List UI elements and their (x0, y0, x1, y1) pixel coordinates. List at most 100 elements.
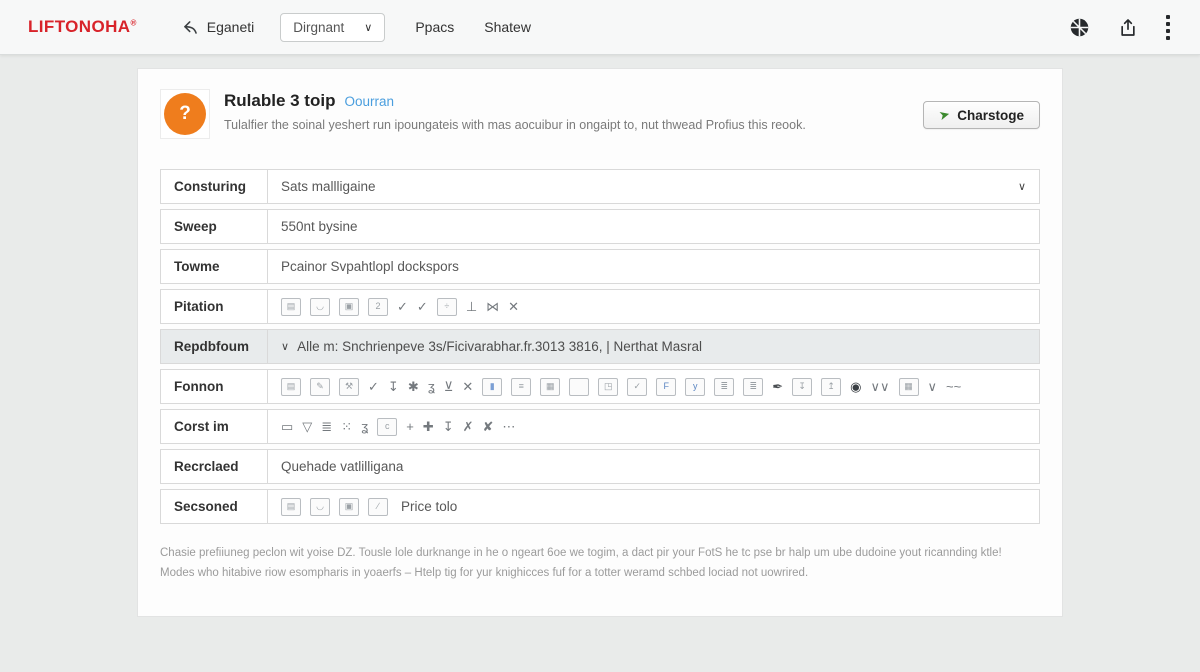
top-navbar: LIFTONOHA® Eganeti Dirgnant ∨ Ppacs Shat… (0, 0, 1200, 55)
down-to-line-icon[interactable]: ↧ (443, 420, 454, 433)
blank-box-icon[interactable] (569, 378, 589, 396)
recrclaed-field[interactable]: Quehade vatlilligana (268, 450, 1039, 483)
nav-item-shatew[interactable]: Shatew (484, 19, 531, 35)
corner-icon[interactable]: ◳ (598, 378, 618, 396)
calendar-icon[interactable]: ◡ (310, 498, 330, 516)
back-arrow-icon (181, 18, 200, 37)
towme-field[interactable]: Pcainor Svpahtlopl dockspors (268, 250, 1039, 283)
check-icon-2[interactable]: ✓ (417, 300, 428, 313)
copy-box-icon[interactable]: c (377, 418, 397, 436)
field-label-towme: Towme (161, 250, 268, 283)
doc-lines-icon[interactable]: ≣ (714, 378, 734, 396)
card-header: ? Rulable 3 toip Oourran Tulalfier the s… (138, 69, 1062, 139)
charstoge-button[interactable]: ➤ Charstoge (923, 101, 1040, 129)
field-label-consturing: Consturing (161, 170, 268, 203)
cross-icon[interactable]: ✗ (463, 420, 474, 433)
brand-logo[interactable]: LIFTONOHA® (28, 17, 137, 37)
rect-icon[interactable]: ▭ (281, 420, 293, 433)
card-footer: Chasie prefiiuneg peclon wit yoise DZ. T… (160, 544, 1040, 583)
secsoned-value-text: Price tolo (401, 499, 457, 514)
flag-icon[interactable]: F (656, 378, 676, 396)
divide-box-icon[interactable]: ÷ (437, 298, 457, 316)
bracket-slash-icon[interactable]: ∕ (368, 498, 388, 516)
page-title: Rulable 3 toip (224, 91, 335, 111)
kebab-menu-icon[interactable] (1166, 15, 1170, 40)
split-down-icon[interactable]: ↧ (792, 378, 812, 396)
consturing-select[interactable]: Sats mallligaine ∨ (268, 170, 1039, 203)
form-row-recrclaed: Recrclaed Quehade vatlilligana (160, 449, 1040, 484)
form-row-repdbfoum: Repdbfoum ∨ Alle m: Snchrienpeve 3s/Fici… (160, 329, 1040, 364)
navbar-right-actions (1069, 15, 1170, 40)
globe-dark-icon[interactable]: ◉ (850, 380, 861, 393)
pitation-toolbar-icons: ▤ ◡ ▣ 2 ✓ ✓ ÷ ⊥ ⋈ ✕ (281, 298, 519, 316)
squiggle-icon[interactable]: ʓ (428, 380, 435, 393)
text-block-icon[interactable]: ≡ (511, 378, 531, 396)
card-icon[interactable]: ▤ (281, 378, 301, 396)
form-row-towme: Towme Pcainor Svpahtlopl dockspors (160, 249, 1040, 284)
more-dashes-icon[interactable]: ~~ (946, 380, 961, 393)
funnel-icon[interactable]: ▽ (302, 420, 312, 433)
form-row-pitation: Pitation ▤◡▣2✓✓÷⊥⋈✕ (160, 289, 1040, 324)
image-icon[interactable]: ▣ (339, 498, 359, 516)
form-row-fonnon: Fonnon ▤ ✎ ⚒ ✓ ↧ ✱ ʓ ⊻ ✕ ▮ ≡ ▦ ◳ ✓ Fy ≣ ≣ ✒ ↧ ↥ ◉ ∨∨ ▦ ∨ ~~ (160, 369, 1040, 404)
image-icon[interactable]: ▣ (339, 298, 359, 316)
footer-line-2: Modes who hitabive riow esompharis in yo… (160, 564, 1040, 584)
plus-bold-icon[interactable]: ✚ (423, 420, 434, 433)
number-badge-icon[interactable]: 2 (368, 298, 388, 316)
chevron-down-icon: ∨ (364, 21, 372, 34)
signature-icon[interactable]: ʓ (361, 420, 368, 433)
pen-check-icon[interactable]: ✓ (627, 378, 647, 396)
settings-form: Consturing Sats mallligaine ∨ Sweep 550n… (160, 169, 1040, 524)
close-icon[interactable]: ✕ (462, 380, 473, 393)
doc-lines-icon-2[interactable]: ≣ (743, 378, 763, 396)
tag-icon[interactable]: ▤ (281, 498, 301, 516)
pen-icon[interactable]: ✎ (310, 378, 330, 396)
repdbfoum-summary-text: Alle m: Snchrienpeve 3s/Ficivarabhar.fr.… (297, 339, 702, 354)
form-row-secsoned: Secsoned ▤◡▣∕ Price tolo (160, 489, 1040, 524)
globe-icon[interactable] (1069, 17, 1090, 38)
navbar-dropdown[interactable]: Dirgnant ∨ (280, 13, 385, 42)
brand-logo-text: LIFTONOHA (28, 17, 130, 36)
mirror-icon[interactable]: ⋈ (486, 300, 499, 313)
secsoned-toolbar-icons: ▤ ◡ ▣ ∕ (281, 498, 388, 516)
back-button[interactable]: Eganeti (181, 18, 254, 37)
dots-grid-icon[interactable]: ⁙ (341, 420, 352, 433)
double-v-icon[interactable]: ∨∨ (870, 380, 889, 393)
field-label-fonnon: Fonnon (161, 370, 268, 403)
anchor-bottom-icon[interactable]: ⊥ (466, 300, 477, 313)
signature-icon[interactable]: y (685, 378, 705, 396)
check-icon[interactable]: ✓ (368, 380, 379, 393)
page-description: Tulalfier the soinal yeshert run ipounga… (224, 118, 806, 132)
arrow-down-icon[interactable]: ⊻ (444, 380, 454, 393)
lines-icon[interactable]: ≣ (321, 420, 332, 433)
form-row-consturing: Consturing Sats mallligaine ∨ (160, 169, 1040, 204)
repdbfoum-expander[interactable]: ∨ Alle m: Snchrienpeve 3s/Ficivarabhar.f… (268, 330, 1039, 363)
field-label-sweep: Sweep (161, 210, 268, 243)
field-label-corstim: Corst im (161, 410, 268, 443)
asterisk-icon[interactable]: ✱ (408, 380, 419, 393)
wrench-icon[interactable]: ⚒ (339, 378, 359, 396)
footer-line-1: Chasie prefiiuneg peclon wit yoise DZ. T… (160, 544, 1040, 564)
cross-icon-2[interactable]: ✘ (483, 420, 494, 433)
brush-icon[interactable]: ✒ (772, 380, 783, 393)
nav-item-ppacs[interactable]: Ppacs (415, 19, 454, 35)
plus-icon[interactable]: + (406, 420, 414, 433)
header-text: Rulable 3 toip Oourran Tulalfier the soi… (224, 89, 806, 139)
charstoge-button-label: Charstoge (957, 108, 1024, 123)
merge-down-icon[interactable]: ↧ (388, 380, 399, 393)
ellipsis-icon[interactable]: ⋯ (502, 420, 515, 433)
dropdown-selected-value: Dirgnant (293, 20, 344, 35)
check-icon[interactable]: ✓ (397, 300, 408, 313)
blue-bar-icon[interactable]: ▮ (482, 378, 502, 396)
tag-icon[interactable]: ▤ (281, 298, 301, 316)
field-label-recrclaed: Recrclaed (161, 450, 268, 483)
title-link[interactable]: Oourran (344, 94, 394, 109)
split-up-icon[interactable]: ↥ (821, 378, 841, 396)
share-icon[interactable] (1118, 17, 1138, 38)
images-icon[interactable]: ▦ (540, 378, 560, 396)
close-icon[interactable]: ✕ (508, 300, 519, 313)
chevron-down-icon[interactable]: ∨ (928, 380, 938, 393)
sweep-field[interactable]: 550nt bysine (268, 210, 1039, 243)
grid-box-icon[interactable]: ▦ (899, 378, 919, 396)
calendar-icon[interactable]: ◡ (310, 298, 330, 316)
